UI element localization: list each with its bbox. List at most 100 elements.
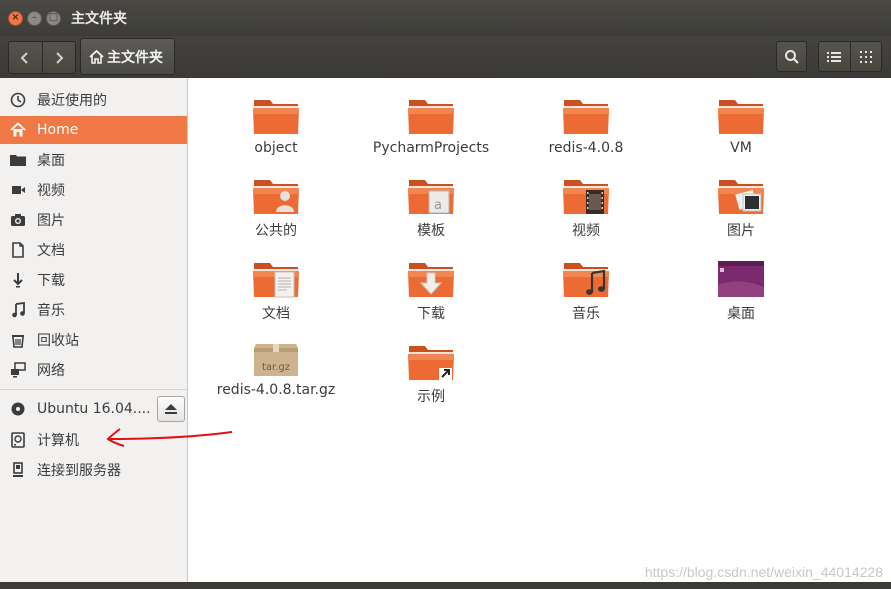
file-name: redis-4.0.8.tar.gz — [216, 382, 336, 398]
file-name: 示例 — [417, 389, 445, 405]
camera-icon — [10, 212, 26, 228]
archive-badge: tar.gz — [262, 362, 290, 373]
folder-icon — [253, 100, 299, 134]
sidebar-item-label: 图片 — [37, 213, 65, 229]
sidebar-divider — [0, 389, 187, 390]
eject-icon — [165, 404, 177, 414]
sidebar-item-label: 视频 — [37, 183, 65, 199]
sidebar-item-network[interactable]: 网络 — [0, 356, 187, 384]
toolbar: 主文件夹 — [0, 36, 891, 78]
file-item-desktop[interactable]: 桌面 — [666, 259, 816, 323]
sidebar-item-ubuntu-disc[interactable]: Ubuntu 16.04.... — [0, 395, 155, 423]
file-name: 图片 — [727, 223, 755, 239]
sidebar-item-label: 音乐 — [37, 303, 65, 319]
file-item-object[interactable]: object — [201, 96, 351, 156]
svg-text:a: a — [434, 198, 442, 213]
file-item-music[interactable]: 音乐 — [511, 259, 661, 323]
back-button[interactable] — [9, 42, 42, 73]
sidebar-item-home[interactable]: Home — [0, 116, 187, 144]
list-icon — [827, 51, 842, 62]
file-item-examples[interactable]: 示例 — [356, 342, 506, 406]
sidebar-item-videos[interactable]: 视频 — [0, 176, 187, 204]
sidebar-item-label: 网络 — [37, 363, 65, 379]
window-title: 主文件夹 — [71, 11, 127, 27]
folder-icon — [718, 100, 764, 134]
folder-link-icon — [408, 346, 454, 380]
sidebar-item-desktop[interactable]: 桌面 — [0, 146, 187, 174]
server-icon — [10, 462, 26, 478]
file-name: PycharmProjects — [372, 140, 490, 156]
forward-button[interactable] — [41, 42, 76, 73]
file-name: 音乐 — [572, 306, 600, 322]
sidebar-item-label: 文档 — [37, 243, 65, 259]
list-view-button[interactable] — [819, 42, 850, 71]
file-item-pycharmprojects[interactable]: PycharmProjects — [356, 96, 506, 156]
videos-folder-icon — [563, 180, 609, 214]
annotation-arrow — [106, 428, 233, 447]
video-icon — [10, 182, 26, 198]
folder-icon — [563, 100, 609, 134]
sidebar-item-label: 回收站 — [37, 333, 79, 349]
chevron-right-icon — [56, 51, 64, 64]
title-bar: × – □ 主文件夹 — [0, 0, 891, 36]
disc-icon — [10, 401, 26, 417]
sidebar-item-documents[interactable]: 文档 — [0, 236, 187, 264]
file-name: object — [254, 140, 298, 156]
file-item-pictures[interactable]: 图片 — [666, 176, 816, 240]
file-item-documents[interactable]: 文档 — [201, 259, 351, 323]
breadcrumb-label: 主文件夹 — [107, 49, 163, 66]
download-icon — [10, 272, 26, 288]
file-name: 模板 — [417, 223, 445, 239]
file-item-templates[interactable]: a 模板 — [356, 176, 506, 240]
file-item-videos[interactable]: 视频 — [511, 176, 661, 240]
eject-button[interactable] — [157, 396, 185, 422]
breadcrumb-home[interactable]: 主文件夹 — [80, 38, 175, 75]
file-name: VM — [730, 140, 752, 156]
home-icon — [89, 49, 104, 64]
sidebar-item-recent[interactable]: 最近使用的 — [0, 86, 187, 114]
file-name: 文档 — [262, 306, 290, 322]
file-item-public[interactable]: 公共的 — [201, 176, 351, 240]
sidebar-item-pictures[interactable]: 图片 — [0, 206, 187, 234]
folder-icon — [10, 152, 26, 168]
file-item-redis-archive[interactable]: tar.gz redis-4.0.8.tar.gz — [201, 338, 351, 398]
search-button[interactable] — [776, 41, 807, 72]
minimize-window-button[interactable]: – — [27, 10, 42, 26]
navigation-buttons — [8, 41, 76, 74]
chevron-left-icon — [20, 51, 28, 64]
search-icon — [784, 49, 799, 64]
maximize-window-button[interactable]: □ — [46, 10, 61, 26]
folder-icon — [408, 100, 454, 134]
grid-icon — [859, 50, 872, 63]
document-icon — [10, 242, 26, 258]
file-item-downloads[interactable]: 下载 — [356, 259, 506, 323]
documents-folder-icon — [253, 263, 299, 298]
network-icon — [10, 362, 26, 378]
drive-icon — [10, 432, 26, 448]
file-item-redis-folder[interactable]: redis-4.0.8 — [511, 96, 661, 156]
sidebar-item-music[interactable]: 音乐 — [0, 296, 187, 324]
templates-folder-icon: a — [408, 180, 454, 214]
file-item-vm[interactable]: VM — [666, 96, 816, 156]
grid-view-button[interactable] — [849, 42, 882, 71]
sidebar-item-label: 桌面 — [37, 153, 65, 169]
file-name: redis-4.0.8 — [548, 140, 624, 156]
window-bottom-edge — [0, 582, 891, 589]
file-name: 下载 — [417, 306, 445, 322]
sidebar-item-label: 计算机 — [37, 433, 79, 449]
downloads-folder-icon — [408, 263, 454, 297]
file-name: 桌面 — [727, 306, 755, 322]
close-window-button[interactable]: × — [8, 10, 23, 26]
sidebar-item-downloads[interactable]: 下载 — [0, 266, 187, 294]
sidebar-item-connect-server[interactable]: 连接到服务器 — [0, 456, 187, 484]
file-view: object PycharmProjects redis-4.0.8 VM 公共… — [188, 78, 891, 582]
sidebar: 最近使用的 Home 桌面 视频 图片 文档 下载 音乐 回收站 网络 Ubun… — [0, 78, 188, 582]
pictures-folder-icon — [718, 180, 764, 214]
file-name: 公共的 — [255, 223, 297, 239]
home-icon — [10, 122, 26, 138]
sidebar-item-label: Home — [37, 122, 79, 138]
sidebar-item-trash[interactable]: 回收站 — [0, 326, 187, 354]
view-toggle — [818, 41, 882, 72]
clock-icon — [10, 92, 26, 108]
file-name: 视频 — [572, 223, 600, 239]
